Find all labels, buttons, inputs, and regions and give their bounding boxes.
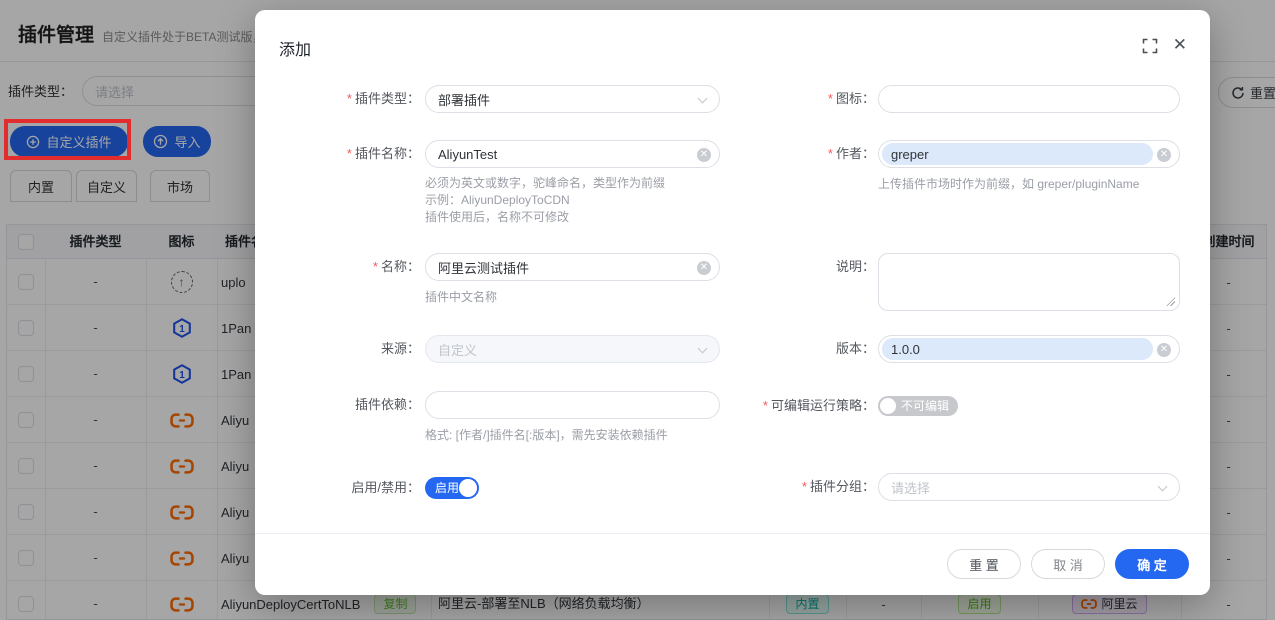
- modal-title: 添加: [279, 36, 311, 60]
- chevron-down-icon: [698, 94, 708, 104]
- clear-icon[interactable]: ✕: [1157, 343, 1171, 357]
- modal-reset-button[interactable]: 重 置: [947, 549, 1021, 579]
- field-label-group: *插件分组：: [710, 473, 875, 501]
- field-label-icon: *图标：: [710, 85, 875, 113]
- field-label-name: *名称：: [295, 253, 420, 281]
- toggle-knob: [880, 398, 896, 414]
- clear-icon[interactable]: ✕: [697, 148, 711, 162]
- close-icon[interactable]: ✕: [1173, 35, 1187, 55]
- field-label-plugin-type: *插件类型：: [295, 85, 420, 113]
- source-select: 自定义: [425, 335, 720, 363]
- clear-icon[interactable]: ✕: [697, 261, 711, 275]
- field-label-enabled: 启用/禁用：: [295, 474, 420, 502]
- author-input[interactable]: greper ✕: [878, 140, 1180, 168]
- field-label-source: 来源：: [295, 335, 420, 363]
- annotation-highlight-box: [4, 119, 131, 160]
- enabled-toggle[interactable]: 启用: [425, 477, 479, 499]
- name-input[interactable]: 阿里云测试插件 ✕: [425, 253, 720, 281]
- field-label-dependency: 插件依赖：: [295, 391, 420, 419]
- field-label-version: 版本：: [710, 335, 875, 363]
- dependency-helper: 格式: [作者/]插件名[:版本]，需先安装依赖插件: [425, 427, 668, 444]
- icon-input[interactable]: [878, 85, 1180, 113]
- chevron-down-icon: [1158, 482, 1168, 492]
- field-label-description: 说明：: [710, 253, 875, 281]
- author-autofill-highlight: greper: [882, 143, 1153, 165]
- field-label-author: *作者：: [710, 140, 875, 168]
- dependency-input[interactable]: [425, 391, 720, 419]
- field-label-editable-policy: *可编辑运行策略：: [695, 392, 875, 420]
- field-label-plugin-name: *插件名称：: [295, 140, 420, 168]
- footer-divider: [255, 533, 1210, 534]
- resize-handle-icon[interactable]: [1166, 297, 1175, 306]
- fullscreen-icon[interactable]: [1142, 38, 1158, 54]
- plugin-group-select[interactable]: 请选择: [878, 473, 1180, 501]
- author-helper: 上传插件市场时作为前缀，如 greper/pluginName: [878, 176, 1139, 193]
- description-textarea[interactable]: [878, 253, 1180, 311]
- add-plugin-modal: 添加 ✕ *插件类型： 部署插件 *图标： *插件名称： AliyunTest …: [255, 10, 1210, 595]
- plugin-name-helper: 必须为英文或数字，驼峰命名，类型作为前缀 示例：AliyunDeployToCD…: [425, 175, 665, 226]
- plugin-name-input[interactable]: AliyunTest ✕: [425, 140, 720, 168]
- version-autofill-highlight: 1.0.0: [882, 338, 1153, 360]
- toggle-knob: [459, 479, 477, 497]
- plugin-type-select[interactable]: 部署插件: [425, 85, 720, 113]
- version-input[interactable]: 1.0.0 ✕: [878, 335, 1180, 363]
- editable-policy-toggle[interactable]: 不可编辑: [878, 396, 958, 416]
- clear-icon[interactable]: ✕: [1157, 148, 1171, 162]
- chevron-down-icon: [698, 344, 708, 354]
- modal-confirm-button[interactable]: 确 定: [1115, 549, 1189, 579]
- name-helper: 插件中文名称: [425, 289, 497, 306]
- modal-cancel-button[interactable]: 取 消: [1031, 549, 1105, 579]
